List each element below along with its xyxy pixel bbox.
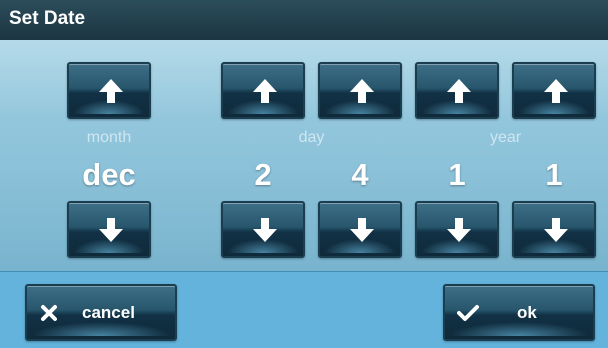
day-ones-value: 4 <box>351 157 369 192</box>
cancel-label: cancel <box>82 303 135 322</box>
month-label: month <box>86 129 132 146</box>
day-ones-down-button[interactable] <box>318 201 402 258</box>
arrow-down-icon <box>350 218 374 242</box>
checkmark-icon <box>457 305 479 321</box>
day-tens-down-button[interactable] <box>221 201 305 258</box>
day-tens-up-button[interactable] <box>221 62 305 119</box>
arrow-down-icon <box>253 218 277 242</box>
day-ones-up-button[interactable] <box>318 62 402 119</box>
day-label: day <box>298 129 325 146</box>
month-down-button[interactable] <box>67 201 151 258</box>
arrow-up-icon <box>350 79 374 103</box>
arrow-down-icon <box>99 218 123 242</box>
cancel-button[interactable]: cancel <box>25 284 177 341</box>
year-tens-value: 1 <box>448 157 466 192</box>
year-ones-value: 1 <box>545 157 563 192</box>
month-up-button[interactable] <box>67 62 151 119</box>
title-bar: Set Date <box>0 0 608 40</box>
dialog-title: Set Date <box>9 8 86 29</box>
day-tens-value: 2 <box>254 157 272 192</box>
month-value: dec <box>82 157 136 192</box>
arrow-down-icon <box>544 218 568 242</box>
year-label: year <box>489 129 522 146</box>
ok-label: ok <box>517 303 537 322</box>
arrow-down-icon <box>447 218 471 242</box>
arrow-up-icon <box>99 79 123 103</box>
year-ones-up-button[interactable] <box>512 62 596 119</box>
arrow-up-icon <box>253 79 277 103</box>
year-tens-up-button[interactable] <box>415 62 499 119</box>
x-icon <box>41 305 57 321</box>
year-tens-down-button[interactable] <box>415 201 499 258</box>
ok-button[interactable]: ok <box>443 284 595 341</box>
arrow-up-icon <box>544 79 568 103</box>
arrow-up-icon <box>447 79 471 103</box>
year-ones-down-button[interactable] <box>512 201 596 258</box>
